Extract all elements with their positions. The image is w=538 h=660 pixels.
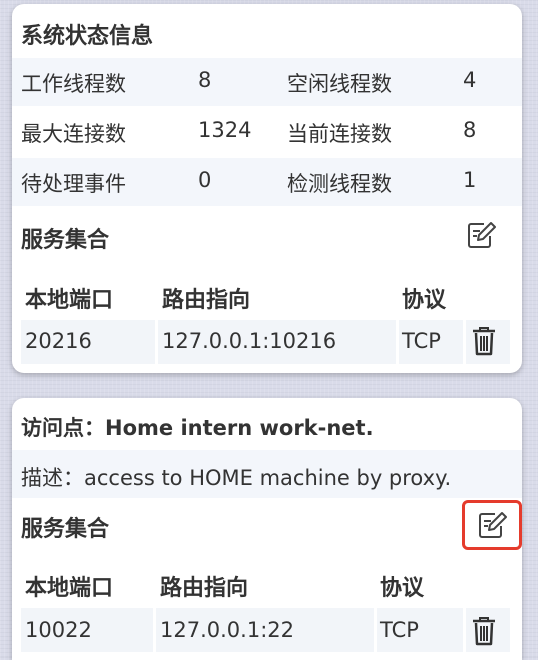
trash-icon [473, 617, 495, 646]
stat-label-idle-threads: 空闲线程数 [287, 72, 392, 96]
stat-row-3: 待处理事件 0 检测线程数 1 [12, 158, 522, 206]
stat-row-2: 最大连接数 1324 当前连接数 8 [12, 108, 522, 156]
stat-value-current-connections: 8 [463, 118, 477, 142]
stat-label-pending-events: 待处理事件 [21, 172, 126, 196]
trash-icon [473, 327, 495, 356]
delete-service-button[interactable] [469, 614, 499, 648]
column-header-protocol: 协议 [380, 576, 425, 601]
column-header-local-port: 本地端口 [25, 576, 114, 601]
stat-label-worker-threads: 工作线程数 [21, 72, 126, 96]
delete-service-button[interactable] [469, 324, 499, 358]
cell-route: 127.0.0.1:22 [160, 618, 294, 642]
edit-icon [479, 512, 507, 538]
column-header-route: 路由指向 [160, 576, 249, 601]
stat-value-max-connections: 1324 [198, 118, 252, 142]
access-point-name: Home intern work-net. [105, 416, 374, 440]
stat-value-idle-threads: 4 [463, 68, 477, 92]
stat-value-pending-events: 0 [198, 168, 212, 192]
description-label: 描述： [21, 466, 84, 490]
description-row: 描述：access to HOME machine by proxy. [12, 450, 522, 498]
access-point-heading: 访问点：Home intern work-net. [21, 412, 374, 442]
stat-value-worker-threads: 8 [198, 68, 212, 92]
services-title: 服务集合 [21, 228, 110, 253]
status-title: 系统状态信息 [21, 24, 154, 49]
stat-label-max-connections: 最大连接数 [21, 122, 126, 146]
cell-protocol: TCP [402, 329, 441, 353]
description-text: 描述：access to HOME machine by proxy. [21, 462, 451, 492]
stat-label-current-connections: 当前连接数 [287, 122, 392, 146]
services-title: 服务集合 [21, 517, 110, 542]
access-point-label: 访问点： [21, 416, 105, 440]
cell-route: 127.0.0.1:10216 [162, 329, 337, 353]
description-value: access to HOME machine by proxy. [84, 466, 452, 490]
edit-icon [468, 222, 496, 248]
cell-local-port: 20216 [25, 329, 92, 353]
stat-label-check-threads: 检测线程数 [287, 172, 392, 196]
column-header-local-port: 本地端口 [25, 288, 114, 313]
access-point-card: 访问点：Home intern work-net. 描述：access to H… [12, 398, 522, 660]
edit-services-button[interactable] [462, 500, 522, 550]
column-header-route: 路由指向 [162, 288, 251, 313]
edit-services-button[interactable] [465, 219, 497, 251]
cell-protocol: TCP [380, 618, 419, 642]
stat-row-1: 工作线程数 8 空闲线程数 4 [12, 58, 522, 106]
cell-local-port: 10022 [25, 618, 92, 642]
stat-value-check-threads: 1 [463, 168, 477, 192]
system-status-card: 系统状态信息 工作线程数 8 空闲线程数 4 最大连接数 1324 当前连接数 … [12, 4, 522, 373]
column-header-protocol: 协议 [402, 288, 447, 313]
